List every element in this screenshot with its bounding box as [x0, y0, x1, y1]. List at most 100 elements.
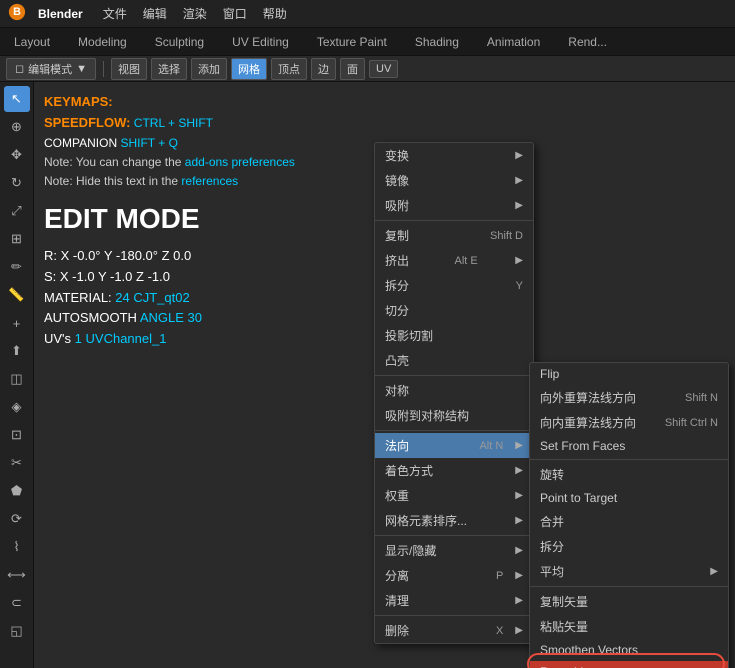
normals-split[interactable]: 拆分 [530, 534, 728, 559]
speedflow-shortcut: CTRL + SHIFT [134, 116, 213, 130]
sidebar-scale-icon[interactable]: ⤢ [4, 198, 30, 224]
sidebar-rotate-icon[interactable]: ↻ [4, 170, 30, 196]
menu-quanzhong[interactable]: 权重▶ [375, 483, 533, 508]
normals-flip[interactable]: Flip [530, 363, 728, 385]
sidebar-select-icon[interactable]: ↖ [4, 86, 30, 112]
sidebar-extrude-icon[interactable]: ⬆ [4, 338, 30, 364]
menu-faxiang[interactable]: 法向 Alt N ▶ [375, 433, 533, 458]
menu-window[interactable]: 窗口 [215, 1, 255, 26]
menu-duichenjiegou[interactable]: 吸附到对称结构 [375, 403, 533, 428]
mode-label: 编辑模式 [28, 61, 72, 77]
speedflow-label: SPEEDFLOW: [44, 115, 130, 130]
menu-tuke[interactable]: 凸壳 [375, 348, 533, 373]
sidebar-shrink-icon[interactable]: ⊂ [4, 590, 30, 616]
tab-sculpting[interactable]: Sculpting [141, 28, 218, 55]
sidebar-transform-icon[interactable]: ⊞ [4, 226, 30, 252]
mode-selector[interactable]: ◻ 编辑模式 ▼ [6, 58, 96, 80]
separator-1 [103, 61, 104, 77]
sidebar-spin-icon[interactable]: ⟳ [4, 506, 30, 532]
tab-uv-editing[interactable]: UV Editing [218, 28, 303, 55]
sidebar-measure-icon[interactable]: 📏 [4, 282, 30, 308]
sidebar-cursor-icon[interactable]: ⊕ [4, 114, 30, 140]
add-btn[interactable]: 添加 [191, 58, 227, 80]
mode-title: EDIT MODE [44, 197, 295, 242]
note2-text: Note: Hide this text in the [44, 174, 178, 188]
menu-touying[interactable]: 投影切割 [375, 323, 533, 348]
vertex-btn[interactable]: 顶点 [271, 58, 307, 80]
menu-fenli[interactable]: 分离 P ▶ [375, 563, 533, 588]
sidebar-move-icon[interactable]: ✥ [4, 142, 30, 168]
menu-wangelement[interactable]: 网格元素排序...▶ [375, 508, 533, 533]
sidebar-add-icon[interactable]: + [4, 310, 30, 336]
sidebar-knife-icon[interactable]: ✂ [4, 450, 30, 476]
normals-average[interactable]: 平均 ▶ [530, 559, 728, 584]
menu-file[interactable]: 文件 [95, 1, 135, 26]
menu-xizhu[interactable]: 吸附▶ [375, 193, 533, 218]
menu-render[interactable]: 渲染 [175, 1, 215, 26]
material-label: MATERIAL: [44, 290, 112, 305]
menu-zhaose[interactable]: 着色方式▶ [375, 458, 533, 483]
menu-qiefen[interactable]: 切分 [375, 298, 533, 323]
menu-fuzhi[interactable]: 复制Shift D [375, 223, 533, 248]
normals-sep1 [530, 459, 728, 460]
face-btn[interactable]: 面 [340, 58, 365, 80]
view-btn[interactable]: 视图 [111, 58, 147, 80]
toolbar-row: ◻ 编辑模式 ▼ 视图 选择 添加 网格 顶点 边 面 UV [0, 56, 735, 82]
note1-highlight: add-ons preferences [185, 155, 295, 169]
tab-animation[interactable]: Animation [473, 28, 554, 55]
menu-shanchu[interactable]: 删除 X ▶ [375, 618, 533, 643]
tab-render[interactable]: Rend... [554, 28, 621, 55]
sidebar-bevel-icon[interactable]: ◈ [4, 394, 30, 420]
normals-rotate[interactable]: 旋转 [530, 462, 728, 487]
normals-inward[interactable]: 向内重算法线方向 Shift Ctrl N [530, 410, 728, 435]
overlay-text: KEYMAPS: SPEEDFLOW: CTRL + SHIFT COMPANI… [44, 92, 295, 350]
select-btn[interactable]: 选择 [151, 58, 187, 80]
normals-sep2 [530, 586, 728, 587]
menu-bianhuan[interactable]: 变换▶ [375, 143, 533, 168]
material-line: MATERIAL: 24 CJT_qt02 [44, 288, 295, 309]
menu-chafen[interactable]: 拆分Y [375, 273, 533, 298]
tab-layout[interactable]: Layout [0, 28, 64, 55]
uv-label: UV's [44, 331, 71, 346]
sep1 [375, 220, 533, 221]
sidebar-inset-icon[interactable]: ◫ [4, 366, 30, 392]
sidebar-smooth-icon[interactable]: ⌇ [4, 534, 30, 560]
normals-set-from-faces[interactable]: Set From Faces [530, 435, 728, 457]
normals-merge[interactable]: 合并 [530, 509, 728, 534]
menu-jichut[interactable]: 挤出Alt E▶ [375, 248, 533, 273]
mesh-btn[interactable]: 网格 [231, 58, 267, 80]
normals-outward[interactable]: 向外重算法线方向 Shift N [530, 385, 728, 410]
normals-copy-vector[interactable]: 复制矢量 [530, 589, 728, 614]
viewport[interactable]: KEYMAPS: SPEEDFLOW: CTRL + SHIFT COMPANI… [34, 82, 735, 668]
uv-num-val: 1 [75, 331, 86, 346]
companion-label: COMPANION [44, 136, 117, 150]
note2-highlight: references [181, 174, 238, 188]
edge-btn[interactable]: 边 [311, 58, 336, 80]
title-bar: B Blender 文件 编辑 渲染 窗口 帮助 [0, 0, 735, 28]
tab-texture-paint[interactable]: Texture Paint [303, 28, 401, 55]
menu-edit[interactable]: 编辑 [135, 1, 175, 26]
sep5 [375, 615, 533, 616]
menu-qingli[interactable]: 清理▶ [375, 588, 533, 613]
tab-shading[interactable]: Shading [401, 28, 473, 55]
normals-point-target[interactable]: Point to Target [530, 487, 728, 509]
main-area: ↖ ⊕ ✥ ↻ ⤢ ⊞ ✏ 📏 + ⬆ ◫ ◈ ⊡ ✂ ⬟ ⟳ ⌇ ⟷ ⊂ ◱ … [0, 82, 735, 668]
sidebar-shear-icon[interactable]: ◱ [4, 618, 30, 644]
uv-btn[interactable]: UV [369, 60, 398, 78]
sidebar-poly-icon[interactable]: ⬟ [4, 478, 30, 504]
sidebar-edge-slide-icon[interactable]: ⟷ [4, 562, 30, 588]
normals-paste-vector[interactable]: 粘贴矢量 [530, 614, 728, 639]
menu-jingxiang[interactable]: 镜像▶ [375, 168, 533, 193]
menu-help[interactable]: 帮助 [255, 1, 295, 26]
menu-xianshi[interactable]: 显示/隐藏▶ [375, 538, 533, 563]
normals-smoothen[interactable]: Smoothen Vectors [530, 639, 728, 661]
sidebar-loop-icon[interactable]: ⊡ [4, 422, 30, 448]
menu-duichen[interactable]: 对称 [375, 378, 533, 403]
scale-data: S: X -1.0 Y -1.0 Z -1.0 [44, 267, 295, 288]
sidebar-annotate-icon[interactable]: ✏ [4, 254, 30, 280]
app-name: Blender [38, 7, 83, 21]
normals-reset-vectors[interactable]: Reset Vectors [530, 661, 728, 668]
tab-modeling[interactable]: Modeling [64, 28, 141, 55]
mode-icon: ◻ [15, 62, 24, 75]
material-name: CJT_qt02 [133, 290, 189, 305]
